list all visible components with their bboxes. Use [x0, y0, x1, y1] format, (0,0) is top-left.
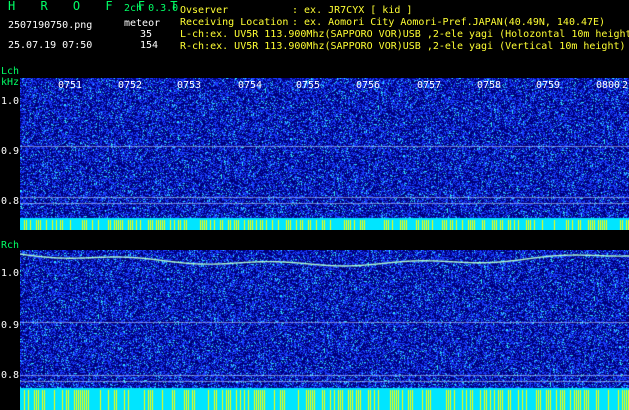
- rch-spectrogram: [20, 250, 629, 410]
- time-tick-0759: 0759: [536, 80, 561, 91]
- time-tick-0757: 0757: [417, 80, 442, 91]
- mode-label: 2ch 0.3.0: [124, 3, 179, 14]
- location-label: Receiving Location: [180, 17, 289, 28]
- rch-ytick-0-9: 0.9: [1, 320, 20, 331]
- lch-unit-label: kHz: [1, 77, 20, 88]
- rch-ytick-0-8: 0.8: [1, 370, 20, 381]
- meteor-count-lch: 35: [140, 29, 153, 40]
- filename-label: 2507190750.png: [8, 20, 93, 31]
- rch-channel-label: Rch: [1, 240, 20, 251]
- observer-value: : ex. JR7CYX [ kid ]: [292, 5, 413, 16]
- time-tick-0751: 0751: [58, 80, 83, 91]
- time-tick-0800: 0800: [596, 80, 621, 91]
- lch-spectrogram: [20, 78, 629, 230]
- meteor-count-rch: 154: [140, 40, 159, 51]
- datetime-label: 25.07.19 07:50: [8, 40, 93, 51]
- lch-ytick-1-0: 1.0: [1, 96, 20, 107]
- lch-receiver-line: L-ch:ex. UV5R 113.900Mhz(SAPPORO VOR)USB…: [180, 29, 629, 40]
- time-tick-0754: 0754: [238, 80, 263, 91]
- rch-receiver-line: R-ch:ex. UV5R 113.900Mhz(SAPPORO VOR)USB…: [180, 41, 626, 52]
- time-tick-0756: 0756: [356, 80, 381, 91]
- time-tick-0755: 0755: [296, 80, 321, 91]
- time-tick-0753: 0753: [177, 80, 202, 91]
- time-tick-0752: 0752: [118, 80, 143, 91]
- lch-channel-label: Lch: [1, 66, 20, 77]
- rch-ytick-1-0: 1.0: [1, 268, 20, 279]
- location-value: : ex. Aomori City Aomori-Pref.JAPAN(40.4…: [292, 17, 606, 28]
- meteor-label: meteor: [124, 18, 161, 29]
- lch-ytick-0-8: 0.8: [1, 196, 20, 207]
- time-tick-0758: 0758: [477, 80, 502, 91]
- observer-label: Ovserver: [180, 5, 229, 16]
- time-tick-edge: 2: [622, 80, 629, 91]
- lch-ytick-0-9: 0.9: [1, 146, 20, 157]
